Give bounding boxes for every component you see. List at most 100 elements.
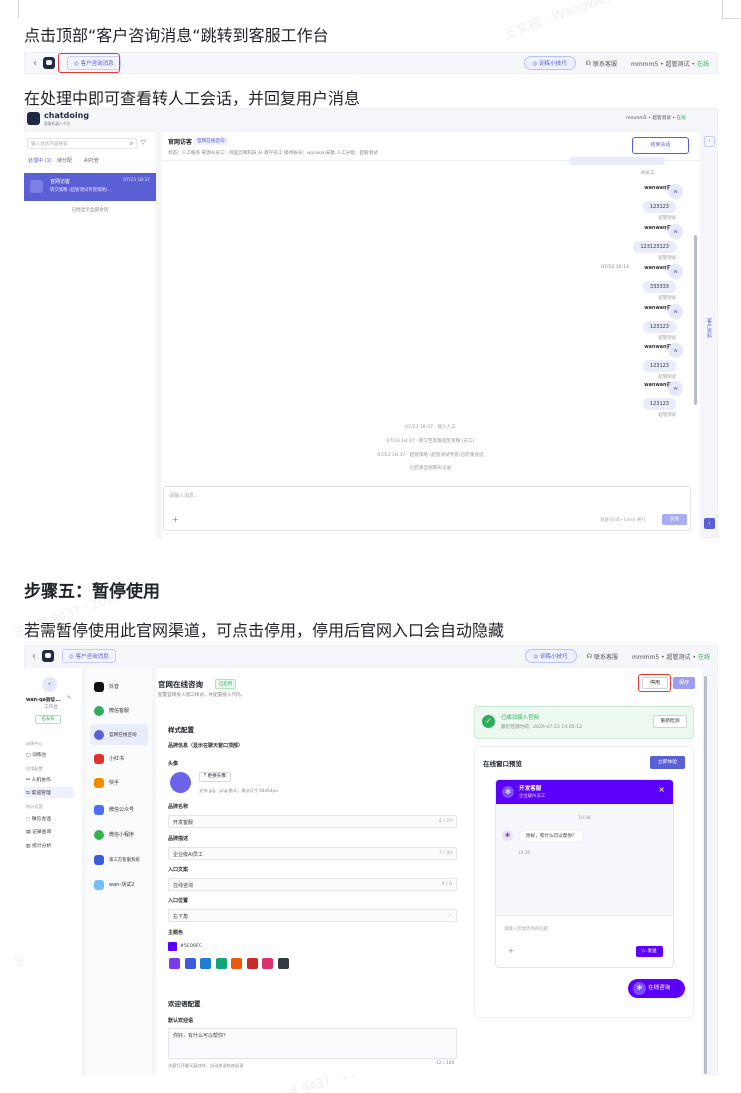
message-composer[interactable]: 请输入消息... + 发送 Shift+Enter 换行 发送 (163, 486, 691, 531)
color-swatch[interactable] (169, 958, 180, 969)
nav-item-wechat-session-label: 微信会话 (31, 817, 51, 822)
agent-avatar: ∞ (42, 677, 57, 692)
color-swatch[interactable] (246, 958, 258, 969)
session-search-input[interactable]: 输入会话内容搜索 ⌕ (27, 138, 137, 149)
brand-desc-input[interactable]: 企业级AI员工 7 / 30 (168, 847, 457, 860)
chat-channel-badge: 官网在线咨询 (194, 137, 228, 145)
chat-panel (162, 132, 700, 538)
nav-item-training[interactable]: ▢ 训练台 (26, 751, 46, 758)
contact-support-link[interactable]: 联系客服 (594, 652, 618, 661)
preview-plus-icon[interactable]: + (508, 947, 514, 955)
headset-icon: ☊ (586, 652, 592, 660)
save-button[interactable]: 保存 (673, 677, 695, 689)
welcome-label: 默认欢迎语 (168, 1018, 194, 1024)
douyin-icon (94, 681, 104, 692)
close-icon[interactable]: × (658, 785, 665, 794)
preview-title: 在线窗口预览 (483, 760, 522, 768)
color-swatch[interactable] (200, 958, 211, 969)
entry-text-input[interactable]: 在线咨询 4 / 8 (168, 878, 457, 891)
user-avatar: w (668, 184, 683, 199)
nav-item-stats[interactable]: ▥ 统计分析 (26, 842, 51, 849)
upload-avatar-button[interactable]: ⤒ 更换头像 (199, 772, 231, 782)
message-bubble: 123123 (642, 398, 676, 410)
upload-avatar-label: 更换头像 (207, 774, 226, 779)
customer-profile-tab[interactable]: 客户资料 (706, 318, 713, 338)
instruction-heading-3: 若需暂停使用此官网渠道，可点击停用，停用后官网入口会自动隐藏 (24, 621, 505, 640)
channel-wechat-kf[interactable]: 微信客服 (90, 700, 148, 721)
nav-item-collab[interactable]: ⚯ 人机协作 (26, 776, 51, 783)
color-swatch[interactable] (184, 958, 196, 969)
tab-unassigned[interactable]: 待分配 (57, 157, 72, 164)
message-bubble: 123123123 (633, 241, 676, 253)
website-icon (94, 729, 104, 740)
channel-third-party[interactable]: 第三方客服系统 (90, 849, 148, 870)
brand-name-input[interactable]: 开发客服 4 / 20 (168, 815, 457, 828)
channel-kuaishou[interactable]: 快手 (90, 772, 148, 793)
nav-group-config: 应用配置 (26, 766, 43, 771)
user-avatar: w (668, 224, 683, 239)
message-meta: 超管测试 (658, 375, 676, 380)
tab-processing[interactable]: 处理中 (1) (28, 157, 52, 164)
channel-kuaishou-label: 快手 (109, 780, 120, 786)
nav-item-wechat-session[interactable]: ◌ 微信会话 (26, 815, 51, 822)
preview-message-time: 10:36 (518, 850, 531, 855)
channel-xiaohongshu[interactable]: 小红书 (90, 748, 148, 769)
side-collapse-icon[interactable]: › (704, 136, 715, 147)
system-event: 07/23 18:37 · 接入人工 (405, 425, 456, 430)
nav-item-channels[interactable]: ⇆ 渠道管理 (26, 789, 51, 796)
page-subtitle: 配置官网接入窗口样式，并配置接入代码。 (158, 693, 246, 698)
search-icon: ⌕ (129, 140, 133, 147)
nav-item-stats-label: 统计分析 (32, 844, 52, 849)
entry-position-select[interactable]: 右下角 ⌄ (168, 909, 457, 922)
contact-support-link[interactable]: 联系客服 (593, 59, 617, 68)
user-avatar: w (668, 264, 683, 279)
send-button[interactable]: 发送 (662, 514, 687, 525)
session-item-active[interactable]: 官网访客 07/23 18:37 转交策略 (超管测试专管策略)... (24, 173, 156, 201)
channel-wan-test[interactable]: wan-测试2 (90, 874, 148, 895)
nav-item-records[interactable]: ▤ 记录查询 (26, 828, 51, 835)
logo-icon (43, 57, 55, 69)
channel-wechat-kf-label: 微信客服 (109, 708, 130, 714)
channel-mini-program[interactable]: 微信小程序 (90, 824, 148, 845)
published-badge: 已发布 (35, 715, 61, 724)
color-swatch[interactable] (231, 958, 242, 969)
entry-position-value: 右下角 (173, 914, 189, 920)
config-scrollbar[interactable] (704, 676, 707, 1074)
attach-plus-icon[interactable]: + (172, 515, 179, 524)
end-session-button[interactable]: 结束会话 (632, 137, 689, 154)
preview-input-area[interactable]: 请输入您想咨询的问题 + ▷ 发送 (496, 915, 673, 967)
expand-panel-icon[interactable]: ‹ (704, 518, 715, 529)
theme-color-picker[interactable]: #5C00FC (168, 941, 202, 952)
entry-text-count: 4 / 8 (441, 882, 452, 887)
channel-douyin[interactable]: 抖音 (90, 676, 148, 697)
top-user-info[interactable]: mmmm5 • 超管测试 • 在线 (626, 115, 686, 121)
customer-consult-button[interactable]: ◎ 客户咨询消息 (62, 649, 116, 663)
preview-send-button[interactable]: ▷ 发送 (636, 946, 663, 957)
back-icon[interactable]: ‹ (32, 651, 36, 662)
preview-bot-message: 你好，有什么可以帮你？ (520, 830, 583, 842)
channel-wechat-official[interactable]: 微信公众号 (90, 799, 148, 820)
corner-mark-right-h (722, 18, 741, 19)
recheck-button[interactable]: 重新检测 (653, 715, 687, 728)
color-swatch[interactable] (215, 958, 227, 969)
channel-website[interactable]: 官网在线咨询 (90, 724, 148, 745)
try-now-button[interactable]: 立即体验 (650, 756, 685, 769)
edit-icon[interactable]: ✎ (67, 695, 71, 701)
color-swatch[interactable] (277, 958, 289, 969)
training-tips-button[interactable]: ◎ 训练小技巧 (523, 56, 576, 70)
filter-icon[interactable]: ▽ (141, 139, 146, 146)
training-tips-button[interactable]: ◎ 训练小技巧 (524, 649, 577, 663)
floating-consult-button[interactable]: ✻ 在线咨询 (628, 979, 685, 998)
welcome-textarea[interactable]: 你好，有什么可以帮你？ (168, 1028, 457, 1059)
no-more-sessions: 已经显示全部会话 (71, 208, 109, 213)
user-info[interactable]: mmmm5 • 超管测试 • (632, 652, 696, 661)
back-icon[interactable]: ‹ (33, 58, 37, 69)
color-swatch[interactable] (262, 958, 273, 969)
tab-ai-hosted[interactable]: AI托管 (84, 157, 99, 164)
screenshot-topbar: ‹ ◎ 客户咨询消息 ◎ 训练小技巧 ☊ 联系客服 mmmm5 • 超管测试 •… (24, 52, 718, 74)
training-tips-label: 训练小技巧 (539, 61, 567, 67)
chat-scrollbar[interactable] (694, 235, 697, 405)
user-info[interactable]: mmmm5 • 超管测试 • (631, 59, 695, 68)
brand-avatar[interactable] (170, 772, 191, 793)
nav-item-channels-label: 渠道管理 (31, 791, 51, 796)
